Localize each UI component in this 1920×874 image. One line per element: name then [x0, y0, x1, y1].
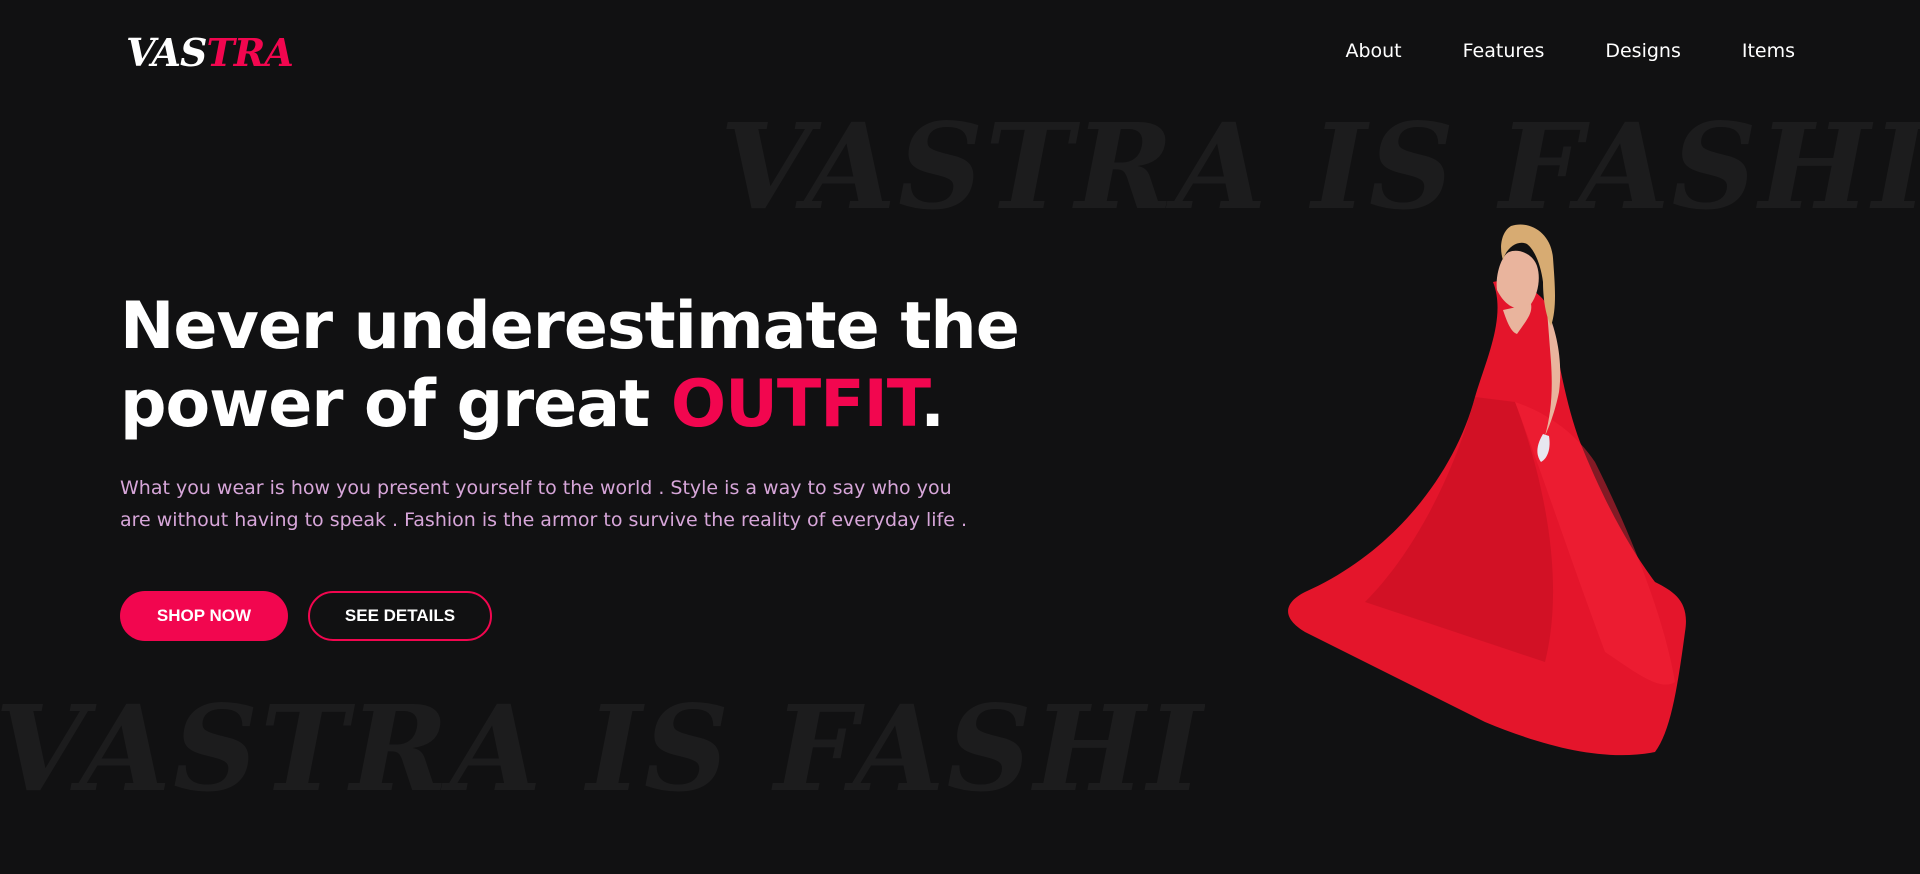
model-in-red-dress-image: [1288, 224, 1686, 756]
hero-title-line2-prefix: power of great: [120, 367, 671, 442]
logo-part-1: VAS: [126, 30, 207, 75]
hero-description-line2: are without having to speak . Fashion is…: [120, 509, 968, 531]
watermark-top: VASTRA IS FASHION: [720, 108, 1920, 226]
logo-part-2: TRA: [206, 30, 293, 75]
nav-link-items[interactable]: Items: [1742, 40, 1795, 62]
hero-title: Never underestimate the power of great O…: [120, 288, 1020, 444]
hero-title-accent: OUTFIT: [670, 367, 921, 442]
hero-description: What you wear is how you present yoursel…: [120, 472, 1000, 536]
shop-now-button[interactable]: SHOP NOW: [120, 591, 288, 641]
nav-link-about[interactable]: About: [1345, 40, 1401, 62]
see-details-button[interactable]: SEE DETAILS: [308, 591, 492, 641]
hero-title-line1: Never underestimate the: [120, 289, 1020, 364]
nav-link-features[interactable]: Features: [1463, 40, 1545, 62]
hero-description-line1: What you wear is how you present yoursel…: [120, 477, 952, 499]
nav-link-designs[interactable]: Designs: [1605, 40, 1681, 62]
watermark-bottom: VASTRA IS FASHION: [0, 690, 1205, 808]
main-nav: About Features Designs Items: [1345, 40, 1795, 62]
brand-logo[interactable]: VASTRA: [126, 30, 294, 75]
hero-title-suffix: .: [920, 367, 945, 442]
